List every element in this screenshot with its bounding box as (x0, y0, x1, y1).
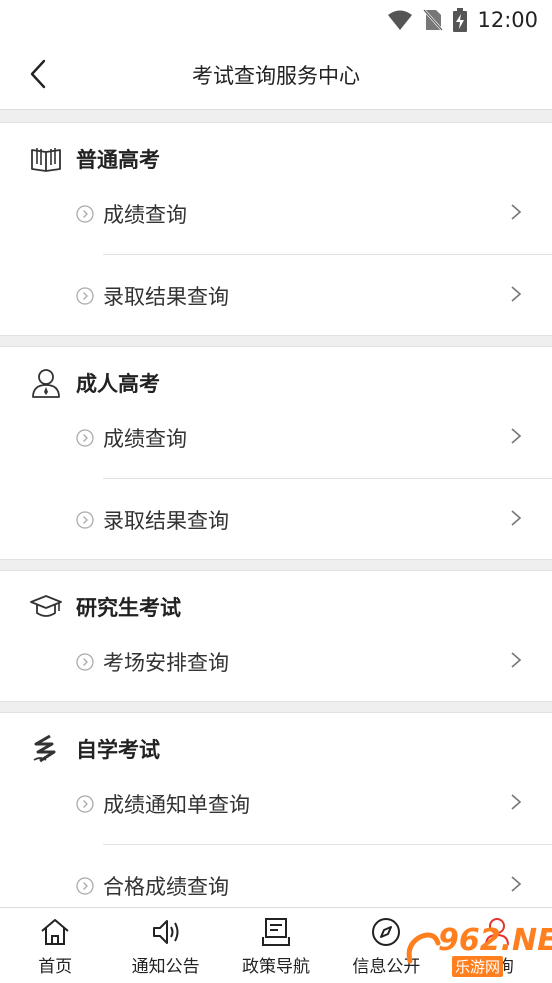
menu-item-label: 考场安排查询 (103, 651, 229, 675)
menu-item-admission-query[interactable]: 录取结果查询 (0, 479, 552, 561)
section-title: 成人高考 (76, 372, 160, 396)
self-study-logo-icon (33, 734, 56, 763)
watermark-logo: 962.NET 乐游网 (404, 923, 552, 977)
menu-item-exam-room-query[interactable]: 考场安排查询 (0, 621, 552, 703)
tab-label: 通知公告 (131, 957, 200, 977)
home-icon (41, 919, 69, 945)
wifi-icon (388, 10, 413, 30)
circle-chevron-icon (76, 429, 94, 447)
menu-item-score-query[interactable]: 成绩查询 (0, 173, 552, 255)
section-title: 研究生考试 (76, 596, 181, 620)
chevron-right-icon (511, 652, 522, 668)
chevron-right-icon (511, 204, 522, 220)
menu-item-admission-query[interactable]: 录取结果查询 (0, 255, 552, 337)
menu-item-label: 成绩查询 (103, 203, 187, 227)
header: 考试查询服务中心 (0, 40, 552, 110)
section-card-graduate-exam: 研究生考试 考场安排查询 (0, 570, 552, 702)
compass-icon (372, 918, 401, 946)
circle-chevron-icon (76, 511, 94, 529)
section-card-gaokao: 普通高考 成绩查询 录取结果查询 (0, 122, 552, 336)
graduation-cap-icon (30, 595, 62, 617)
menu-item-label: 合格成绩查询 (103, 875, 229, 899)
chevron-right-icon (511, 510, 522, 526)
section-card-adult-exam: 成人高考 成绩查询 录取结果查询 (0, 346, 552, 560)
circle-chevron-icon (76, 795, 94, 813)
status-icons: 12:00 (387, 6, 538, 34)
status-time: 12:00 (477, 8, 538, 32)
battery-charging-icon (453, 8, 468, 32)
menu-item-label: 成绩查询 (103, 427, 187, 451)
menu-item-label: 录取结果查询 (103, 285, 229, 309)
chevron-right-icon (511, 286, 522, 302)
speaker-icon (152, 920, 179, 944)
tab-home[interactable]: 首页 (0, 908, 110, 983)
menu-item-score-notice-query[interactable]: 成绩通知单查询 (0, 763, 552, 845)
person-icon (32, 369, 60, 398)
section-title-row: 成人高考 (30, 367, 160, 399)
tab-label: 政策导航 (241, 957, 310, 977)
circle-chevron-icon (76, 205, 94, 223)
open-book-icon (31, 148, 61, 172)
menu-item-label: 录取结果查询 (103, 509, 229, 533)
tab-label: 首页 (38, 957, 73, 977)
chevron-right-icon (511, 794, 522, 810)
circle-chevron-icon (76, 653, 94, 671)
section-title-row: 自学考试 (30, 733, 160, 765)
watermark-subtitle: 乐游网 (452, 956, 504, 977)
menu-item-score-query[interactable]: 成绩查询 (0, 397, 552, 479)
section-title-row: 普通高考 (30, 143, 160, 175)
section-card-self-study-exam: 自学考试 成绩通知单查询 合格成绩查询 (0, 712, 552, 912)
circle-chevron-icon (76, 287, 94, 305)
status-bar: 12:00 (0, 0, 552, 40)
circle-chevron-icon (76, 877, 94, 895)
watermark-brand: 962.NET (438, 923, 552, 958)
menu-item-label: 成绩通知单查询 (103, 793, 250, 817)
section-title: 自学考试 (76, 738, 160, 762)
document-icon (261, 918, 290, 946)
tab-policy-nav[interactable]: 政策导航 (221, 908, 331, 983)
page-title: 考试查询服务中心 (192, 64, 360, 88)
chevron-right-icon (511, 876, 522, 892)
tab-notices[interactable]: 通知公告 (110, 908, 220, 983)
section-title: 普通高考 (76, 148, 160, 172)
section-title-row: 研究生考试 (30, 591, 181, 623)
chevron-right-icon (511, 428, 522, 444)
no-sim-icon (423, 9, 444, 31)
